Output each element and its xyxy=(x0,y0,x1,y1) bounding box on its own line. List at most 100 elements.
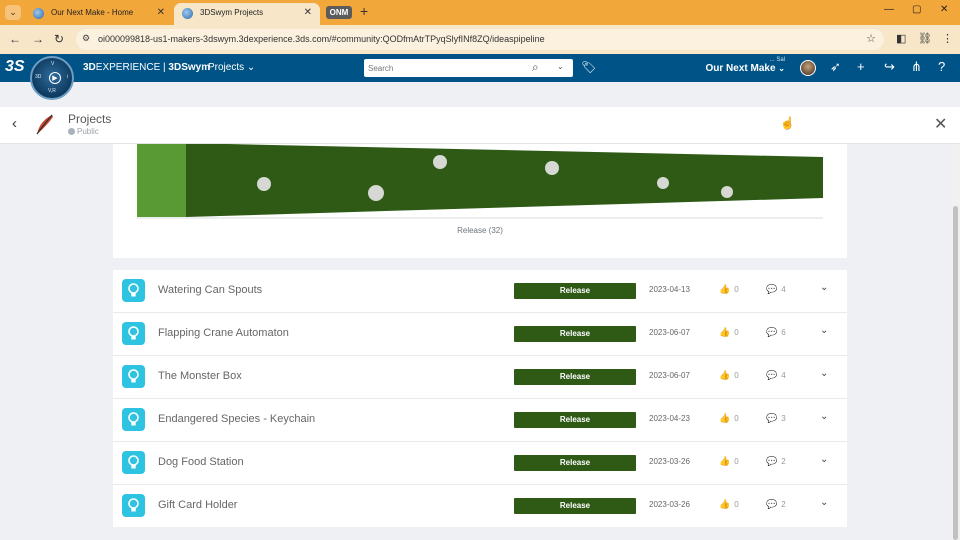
back-icon[interactable]: ← xyxy=(9,32,21,46)
minimize-icon[interactable]: — xyxy=(884,4,894,15)
project-date: 2023-03-26 xyxy=(649,457,690,466)
project-name[interactable]: Gift Card Holder xyxy=(158,499,237,511)
list-item[interactable]: Dog Food Station Release 2023-03-26 👍 0 💬… xyxy=(113,442,847,485)
list-item[interactable]: The Monster Box Release 2023-06-07 👍 0 💬 4… xyxy=(113,356,847,399)
reload-icon[interactable]: ↻ xyxy=(54,32,64,46)
tag-icon[interactable]: 🏷 xyxy=(581,60,596,74)
likes-count[interactable]: 👍 0 xyxy=(719,327,739,338)
list-item[interactable]: Watering Can Spouts Release 2023-04-13 👍… xyxy=(113,270,847,313)
project-dot[interactable] xyxy=(368,185,384,201)
thumbs-up-icon: 👍 xyxy=(719,413,731,423)
expand-chevron-icon[interactable]: ⌄ xyxy=(820,325,828,336)
comment-icon: 💬 xyxy=(766,499,778,509)
search-box: ⌕ ⌄ xyxy=(364,59,573,77)
tab-search-menu-icon[interactable]: ⌄ xyxy=(5,5,21,20)
project-dot[interactable] xyxy=(657,177,669,189)
comments-count[interactable]: 💬 2 xyxy=(766,499,786,510)
stage-band-dark xyxy=(186,144,823,217)
browser-tab-title: Our Next Make - Home xyxy=(51,8,134,17)
list-item[interactable]: Flapping Crane Automaton Release 2023-06… xyxy=(113,313,847,356)
search-icon[interactable]: ⌕ xyxy=(532,60,539,75)
favicon-icon xyxy=(182,8,193,19)
sidebar-icon[interactable]: ◧ xyxy=(896,32,906,45)
extension-icon[interactable]: ⛓ xyxy=(918,32,932,45)
new-tab-icon[interactable]: + xyxy=(360,3,368,19)
close-tab-icon[interactable]: ✕ xyxy=(157,3,165,23)
comments-count[interactable]: 💬 6 xyxy=(766,327,786,338)
likes-count[interactable]: 👍 0 xyxy=(719,413,739,424)
comments-count[interactable]: 💬 3 xyxy=(766,413,786,424)
page-scrollbar[interactable] xyxy=(951,144,960,540)
project-name[interactable]: Watering Can Spouts xyxy=(158,284,262,296)
expand-chevron-icon[interactable]: ⌄ xyxy=(820,454,828,465)
projects-menu[interactable]: Projects ⌄ xyxy=(208,62,255,73)
tab-group-label[interactable]: ONM xyxy=(326,6,352,19)
user-menu[interactable]: ... Sal Our Next Make ⌄ xyxy=(690,57,785,74)
thumbs-up-icon: 👍 xyxy=(719,284,731,294)
compass-icon[interactable]: V 3D i V,R ▶ xyxy=(30,56,74,100)
thumbs-up-icon: 👍 xyxy=(719,370,731,380)
address-bar[interactable]: ⚙ oi000099818-us1-makers-3dswym.3dexperi… xyxy=(76,29,884,50)
share-icon[interactable]: ↪ xyxy=(884,59,895,75)
comments-value: 3 xyxy=(781,414,786,423)
project-dot[interactable] xyxy=(257,177,271,191)
forward-icon[interactable]: → xyxy=(32,32,44,46)
comments-value: 6 xyxy=(781,328,786,337)
comments-count[interactable]: 💬 2 xyxy=(766,456,786,467)
browser-tab-home[interactable]: Our Next Make - Home ✕ xyxy=(25,3,173,25)
likes-count[interactable]: 👍 0 xyxy=(719,499,739,510)
expand-chevron-icon[interactable]: ⌄ xyxy=(820,497,828,508)
brand-rest: EXPERIENCE | xyxy=(95,62,169,73)
status-badge: Release xyxy=(514,498,636,514)
comments-count[interactable]: 💬 4 xyxy=(766,284,786,295)
browser-menu-icon[interactable]: ⋮ xyxy=(942,32,953,45)
likes-count[interactable]: 👍 0 xyxy=(719,370,739,381)
project-name[interactable]: Flapping Crane Automaton xyxy=(158,327,289,339)
close-icon[interactable]: ✕ xyxy=(934,114,947,134)
play-icon: ▶ xyxy=(49,72,61,84)
lightbulb-icon xyxy=(122,494,145,517)
browser-tab-title: 3DSwym Projects xyxy=(200,8,264,17)
projects-menu-label: Projects xyxy=(208,62,245,73)
project-dot[interactable] xyxy=(545,161,559,175)
scrollbar-thumb[interactable] xyxy=(953,206,958,540)
avatar[interactable] xyxy=(800,60,816,76)
list-item[interactable]: Endangered Species - Keychain Release 20… xyxy=(113,399,847,442)
mouse-cursor-icon: ☝ xyxy=(780,116,795,130)
back-chevron-icon[interactable]: ‹ xyxy=(12,115,17,132)
list-item[interactable]: Gift Card Holder Release 2023-03-26 👍 0 💬… xyxy=(113,485,847,528)
expand-chevron-icon[interactable]: ⌄ xyxy=(820,282,828,293)
user-space-label: Our Next Make xyxy=(705,63,776,74)
close-tab-icon[interactable]: ✕ xyxy=(304,3,312,23)
search-options-icon[interactable]: ⌄ xyxy=(557,62,564,71)
visibility-text: Public xyxy=(77,127,99,136)
search-input[interactable] xyxy=(368,61,528,75)
project-dot[interactable] xyxy=(721,186,733,198)
maximize-icon[interactable]: ▢ xyxy=(912,4,921,15)
comments-count[interactable]: 💬 4 xyxy=(766,370,786,381)
bookmark-star-icon[interactable]: ☆ xyxy=(866,32,876,45)
likes-count[interactable]: 👍 0 xyxy=(719,456,739,467)
lightbulb-icon xyxy=(122,322,145,345)
add-icon[interactable]: + xyxy=(857,59,865,74)
project-name[interactable]: The Monster Box xyxy=(158,370,242,382)
network-icon[interactable]: ⋔ xyxy=(911,59,922,75)
project-date: 2023-03-26 xyxy=(649,500,690,509)
expand-chevron-icon[interactable]: ⌄ xyxy=(820,368,828,379)
help-icon[interactable]: ? xyxy=(938,59,945,74)
project-date: 2023-04-13 xyxy=(649,285,690,294)
project-dot[interactable] xyxy=(433,155,447,169)
browser-tab-projects[interactable]: 3DSwym Projects ✕ xyxy=(174,3,320,25)
site-settings-icon[interactable]: ⚙ xyxy=(82,33,90,44)
close-window-icon[interactable]: ✕ xyxy=(940,4,948,15)
expand-chevron-icon[interactable]: ⌄ xyxy=(820,411,828,422)
likes-value: 0 xyxy=(734,457,739,466)
likes-count[interactable]: 👍 0 xyxy=(719,284,739,295)
project-name[interactable]: Dog Food Station xyxy=(158,456,244,468)
lightbulb-icon xyxy=(122,408,145,431)
likes-value: 0 xyxy=(734,414,739,423)
share-tag-icon[interactable]: ➶ xyxy=(830,59,841,75)
comment-icon: 💬 xyxy=(766,284,778,294)
thumbs-up-icon: 👍 xyxy=(719,327,731,337)
project-name[interactable]: Endangered Species - Keychain xyxy=(158,413,315,425)
